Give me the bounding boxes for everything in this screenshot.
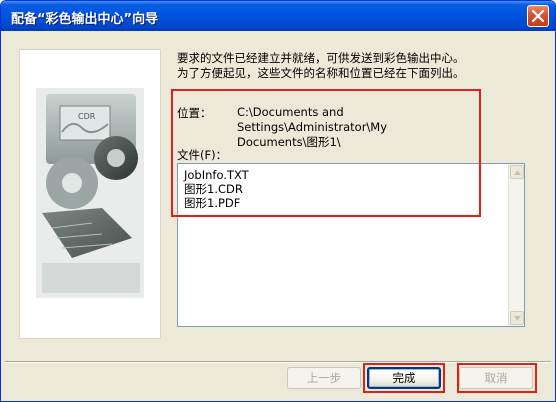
banner-badge: CDR: [78, 112, 96, 121]
chevron-up-icon: [514, 170, 521, 175]
location-value-line-2: Documents\图形1\: [237, 135, 341, 149]
wizard-content: CDR 要求的文件已经建立并就绪，可供发送到彩色输出中心。 为了方便起见，这些文…: [5, 31, 551, 363]
intro-text: 要求的文件已经建立并就绪，可供发送到彩色输出中心。 为了方便起见，这些文件的名称…: [177, 51, 517, 81]
files-label: 文件(F)：: [177, 148, 228, 162]
file-list[interactable]: JobInfo.TXT 图形1.CDR 图形1.PDF: [177, 163, 525, 327]
file-list-item[interactable]: 图形1.CDR: [184, 182, 243, 196]
location-value: C:\Documents and Settings\Administrator\…: [237, 105, 487, 150]
wizard-banner-panel: CDR: [19, 49, 161, 339]
intro-line-1: 要求的文件已经建立并就绪，可供发送到彩色输出中心。: [177, 51, 465, 65]
window-title: 配备“彩色输出中心”向导: [11, 12, 159, 27]
footer-separator: [5, 361, 551, 363]
intro-line-2: 为了方便起见，这些文件的名称和位置已经在下面列出。: [177, 66, 465, 80]
cancel-button[interactable]: 取消: [459, 367, 533, 389]
back-button[interactable]: 上一步: [287, 367, 361, 389]
file-list-scrollbar[interactable]: [508, 164, 524, 326]
chevron-down-icon: [514, 316, 521, 321]
file-list-item[interactable]: 图形1.PDF: [184, 196, 240, 210]
wizard-dialog: 配备“彩色输出中心”向导 CDR 要求的文件已经建立并就绪，可供发送到彩色输出中…: [0, 0, 556, 402]
close-icon: [532, 10, 544, 22]
finish-button[interactable]: 完成: [367, 367, 441, 389]
location-label: 位置：: [177, 106, 212, 120]
close-button[interactable]: [527, 5, 549, 27]
scroll-up-button[interactable]: [510, 165, 524, 179]
file-list-item[interactable]: JobInfo.TXT: [184, 168, 249, 182]
scroll-down-button[interactable]: [510, 311, 524, 325]
location-value-line-1: C:\Documents and Settings\Administrator\…: [237, 105, 388, 134]
title-bar[interactable]: 配备“彩色输出中心”向导: [1, 1, 555, 31]
